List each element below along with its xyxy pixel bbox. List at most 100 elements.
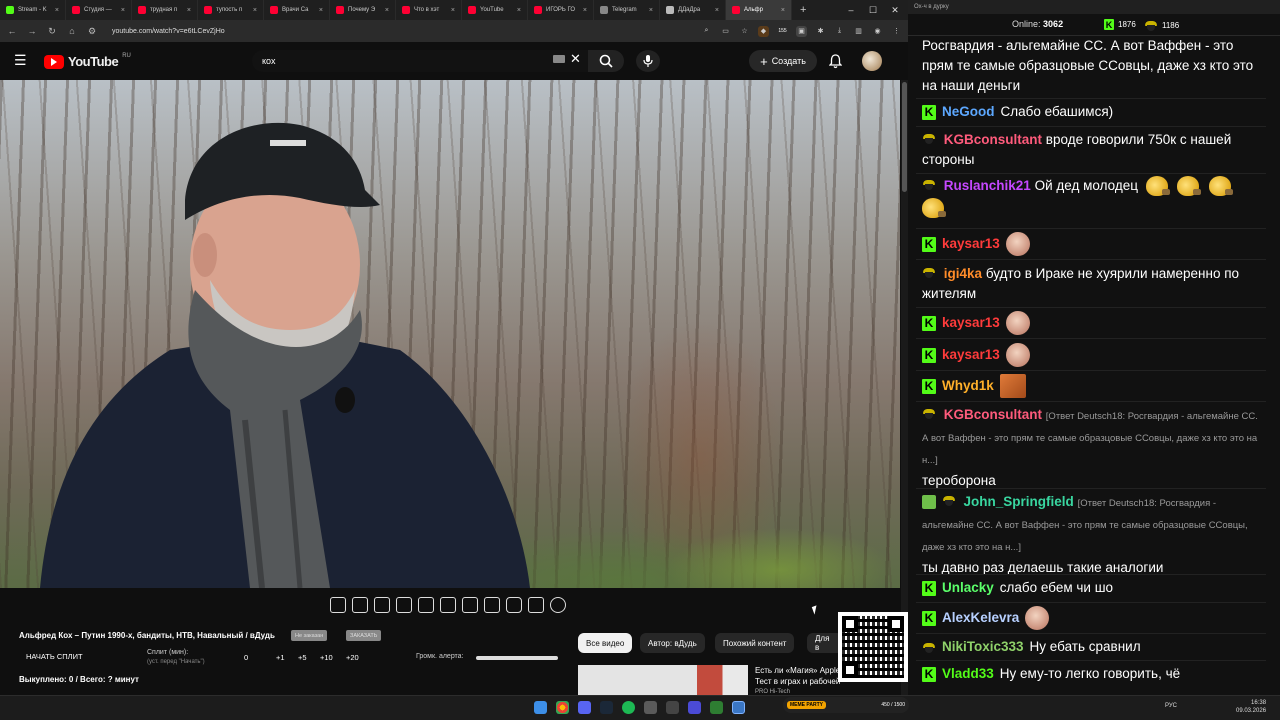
youtube-logo[interactable]: YouTube RU [44,53,131,69]
close-tab-icon[interactable]: × [451,7,455,14]
taskbar-clock[interactable]: 16:38 09.03.2026 [1236,699,1266,715]
close-tab-icon[interactable]: × [253,7,257,14]
chat-username[interactable]: KGBconsultant [944,407,1042,422]
close-tab-icon[interactable]: × [319,7,323,14]
start-icon[interactable] [534,701,547,714]
tray-language[interactable]: РУС [1165,703,1177,709]
close-tab-icon[interactable]: × [121,7,125,14]
chat-username[interactable]: NeGood [942,102,995,122]
bookmark-icon[interactable]: ☆ [739,26,750,37]
extension-icon[interactable]: ▣ [796,25,807,37]
add-icon[interactable] [484,597,500,613]
split-plus1-button[interactable]: +1 [276,653,285,662]
chat-username[interactable]: kaysar13 [942,234,1000,254]
back-icon[interactable]: ← [6,26,18,36]
browser-tab[interactable]: YouTube × [462,0,528,20]
extension-badge[interactable]: 155 [777,26,788,37]
gear-icon[interactable] [550,597,566,613]
browser-tab[interactable]: ДДаДра × [660,0,726,20]
site-info-icon[interactable]: ⚙ [86,26,98,37]
maximize-button[interactable]: ☐ [862,0,884,20]
chat-username[interactable]: Vladd33 [942,664,994,684]
browser-tab[interactable]: трудная п × [132,0,198,20]
recommended-title[interactable]: Есть ли «Магия» Apple? Тест в играх и ра… [755,665,845,687]
scrollbar-thumb[interactable] [902,82,907,192]
chat-username[interactable]: Ruslanchik21 [944,178,1031,193]
url-field[interactable]: youtube.com/watch?v=e6tLCevZjHo [106,23,693,39]
meme-party-widget[interactable]: MEME PARTY 450 / 1500 [783,697,909,713]
user-avatar[interactable] [862,51,882,71]
filter-all-videos[interactable]: Все видео [578,633,633,653]
discord-icon[interactable] [578,701,591,714]
forward-icon[interactable]: → [26,26,38,36]
speed-icon[interactable] [462,597,478,613]
close-tab-icon[interactable]: × [55,7,59,14]
repeat-icon[interactable] [330,597,346,613]
camera-icon[interactable] [506,597,522,613]
spotify-icon[interactable] [622,701,635,714]
profile-icon[interactable]: ◉ [872,26,883,37]
voice-search-button[interactable] [636,50,660,72]
chat-username[interactable]: John_Springfield [964,494,1074,509]
extension-icon[interactable]: ◆ [758,25,769,37]
browser-tab[interactable]: Студия — × [66,0,132,20]
browser-tab[interactable]: Альфр × [726,0,792,20]
steam-icon[interactable] [600,701,613,714]
split-plus10-button[interactable]: +10 [320,653,333,662]
browser-tab[interactable]: Stream - K × [0,0,66,20]
close-tab-icon[interactable]: × [583,7,587,14]
download-icon[interactable]: ⤓ [834,26,845,37]
chat-username[interactable]: KGBconsultant [944,132,1042,147]
broadcast-icon[interactable] [352,597,368,613]
clapper-icon[interactable] [396,597,412,613]
filter-related[interactable]: Похожий контент [715,633,795,653]
close-tab-icon[interactable]: × [781,7,785,14]
chat-username[interactable]: Unlacky [942,578,994,598]
browser-tab[interactable]: Telegram × [594,0,660,20]
sidebar-icon[interactable]: ▥ [853,26,864,37]
browser-tab[interactable]: Почему Э × [330,0,396,20]
resize-icon[interactable] [418,597,434,613]
chat-username[interactable]: kaysar13 [942,345,1000,365]
chrome-icon[interactable] [556,701,569,714]
browser-tab[interactable]: Что в хэт × [396,0,462,20]
browser-tab[interactable]: тупость п × [198,0,264,20]
close-tab-icon[interactable]: × [385,7,389,14]
browser-tab[interactable]: ИГОРЬ ГО × [528,0,594,20]
clear-search-icon[interactable]: ✕ [570,51,581,67]
zoom-icon[interactable]: ⌕ [701,26,712,37]
chat-username[interactable]: kaysar13 [942,313,1000,333]
cast-icon[interactable]: ▭ [720,26,731,37]
menu-dots-icon[interactable]: ⋮ [891,26,902,37]
extensions-puzzle-icon[interactable]: ✱ [815,26,826,37]
video-player[interactable] [0,80,900,588]
close-tab-icon[interactable]: × [649,7,653,14]
browser-tab[interactable]: Врачи Са × [264,0,330,20]
reload-icon[interactable]: ↻ [46,26,58,37]
list-icon[interactable] [440,597,456,613]
recommended-thumbnail[interactable] [578,665,748,695]
keyboard-icon[interactable] [553,55,565,63]
alert-volume-slider[interactable] [476,656,558,660]
order-button[interactable]: ЗАКАЗАТЬ [346,630,382,641]
search-input[interactable]: кох [252,50,588,72]
filter-author[interactable]: Автор: вДудь [640,633,705,653]
flask-icon[interactable] [528,597,544,613]
close-tab-icon[interactable]: × [187,7,191,14]
hamburger-menu-icon[interactable]: ☰ [14,52,30,70]
search-button[interactable] [588,50,624,72]
active-app-icon[interactable] [732,701,745,714]
split-plus5-button[interactable]: +5 [298,653,307,662]
film-settings-icon[interactable] [374,597,390,613]
app-icon[interactable] [688,701,701,714]
chat-username[interactable]: NikiToxic333 [942,637,1024,657]
home-icon[interactable]: ⌂ [66,26,78,36]
app-icon[interactable] [666,701,679,714]
app-icon[interactable] [710,701,723,714]
split-plus20-button[interactable]: +20 [346,653,359,662]
chat-username[interactable]: Whyd1k [942,376,994,396]
obs-icon[interactable] [644,701,657,714]
close-tab-icon[interactable]: × [715,7,719,14]
chat-username[interactable]: AlexKelevra [942,608,1019,628]
start-split-button[interactable]: НАЧАТЬ СПЛИТ [26,652,83,661]
